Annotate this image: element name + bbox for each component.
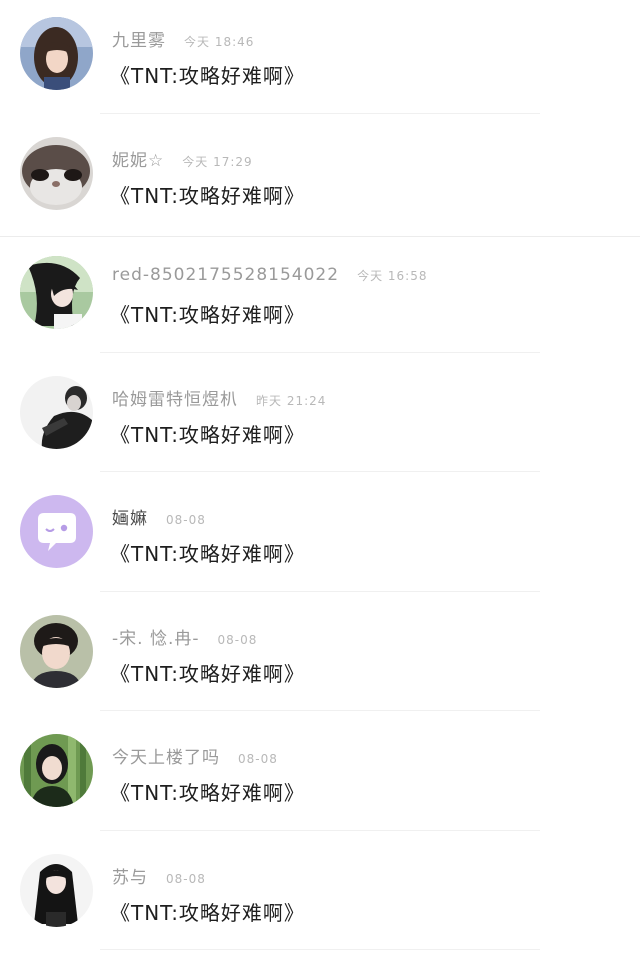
avatar-bamboo-girl-icon[interactable] [20,734,93,807]
comment-text: 《TNT:攻略好难啊》 [110,183,305,208]
comment-item[interactable]: red-8502175528154022 今天 16:58 《TNT:攻略好难啊… [0,239,640,359]
comment-text: 《TNT:攻略好难啊》 [110,422,305,447]
comment-text: 《TNT:攻略好难啊》 [110,661,305,686]
comment-item[interactable]: 哈姆雷特恒煜朳 昨天 21:24 《TNT:攻略好难啊》 [0,359,640,479]
divider [100,590,540,592]
avatar-man-suit-icon[interactable] [20,375,93,449]
divider [100,471,540,472]
avatar-windswept-hair-icon[interactable] [20,256,93,329]
divider [100,829,540,831]
commenter-name[interactable]: red-8502175528154022 [112,265,339,285]
divider [100,710,540,711]
avatar-young-man-icon[interactable] [20,614,93,688]
divider [0,236,640,237]
comment-item[interactable]: 今天上楼了吗 08-08 《TNT:攻略好难啊》 [0,717,640,837]
divider [100,112,540,114]
comment-time: 今天 16:58 [357,269,428,283]
comment-time: 08-08 [166,513,206,527]
comment-text: 《TNT:攻略好难啊》 [110,303,305,327]
commenter-name[interactable]: 苏与 [112,863,148,888]
comment-time: 08-08 [166,871,206,886]
commenter-name[interactable]: -宋. 惗.冉- [112,624,199,649]
comment-time: 08-08 [238,752,278,766]
comment-text: 《TNT:攻略好难啊》 [110,900,305,925]
commenter-name[interactable]: 哈姆雷特恒煜朳 [112,385,238,410]
avatar-chat-bubble-icon[interactable] [20,495,93,568]
comment-item[interactable]: 苏与 08-08 《TNT:攻略好难啊》 [0,837,640,957]
comment-list: 九里雾 今天 18:46 《TNT:攻略好难啊》 妮妮☆ 今天 17:29 《T… [0,0,640,959]
comment-text: 《TNT:攻略好难啊》 [110,64,305,88]
comment-item[interactable]: 婳嫲 08-08 《TNT:攻略好难啊》 [0,478,640,598]
divider [100,949,540,950]
divider [100,351,540,353]
comment-text: 《TNT:攻略好难啊》 [110,542,305,566]
avatar-longhair-girl-icon[interactable] [20,853,93,927]
comment-time: 今天 17:29 [182,154,253,169]
comment-time: 今天 18:46 [184,35,255,49]
commenter-name[interactable]: 婳嫲 [112,504,148,529]
comment-time: 08-08 [217,632,258,647]
avatar-cat-face-icon[interactable] [20,136,93,210]
commenter-name[interactable]: 今天上楼了吗 [112,743,220,768]
comment-time: 昨天 21:24 [256,393,327,408]
comment-item[interactable]: 妮妮☆ 今天 17:29 《TNT:攻略好难啊》 [0,120,640,240]
avatar-girl-bangs-icon[interactable] [20,17,93,90]
comment-text: 《TNT:攻略好难啊》 [110,781,305,805]
comment-item[interactable]: 九里雾 今天 18:46 《TNT:攻略好难啊》 [0,0,640,120]
commenter-name[interactable]: 妮妮☆ [112,146,164,171]
comment-item[interactable]: -宋. 惗.冉- 08-08 《TNT:攻略好难啊》 [0,598,640,718]
commenter-name[interactable]: 九里雾 [112,26,166,51]
